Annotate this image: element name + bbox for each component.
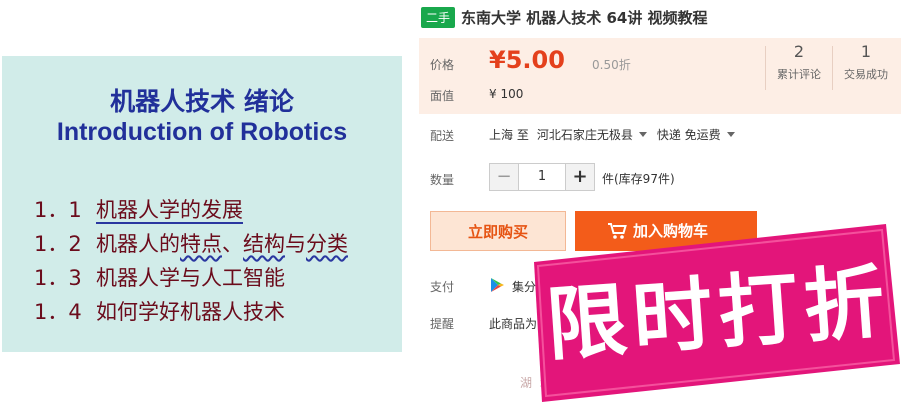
slide-item-text: 与: [285, 232, 306, 256]
ship-to-select[interactable]: 河北石家庄无极县: [537, 126, 633, 143]
ship-from: 上海 至: [489, 128, 529, 142]
price-box: 价格 ¥5.00 0.50折 面值 ¥ 100 2 累计评论 1 交易成功: [419, 38, 901, 114]
quantity-decrease-button[interactable]: −: [490, 164, 518, 190]
shipping-label: 配送: [430, 129, 455, 143]
reviews-stat[interactable]: 2 累计评论: [765, 42, 833, 82]
slide-item-number: 1．3: [34, 266, 82, 290]
reviews-label: 累计评论: [777, 68, 821, 81]
slide-item-text: 结构: [243, 232, 285, 256]
deals-count: 1: [860, 42, 872, 61]
product-title-row: 二手 东南大学 机器人技术 64讲 视频教程: [421, 6, 708, 28]
slide-title-zh: 机器人技术 绪论: [110, 87, 294, 116]
course-slide: 机器人技术 绪论 Introduction of Robotics 1．1 机器人…: [2, 56, 402, 352]
sale-badge-text: 限时打折: [543, 255, 894, 372]
reminder-label: 提醒: [430, 317, 455, 331]
discount-value: 0.50折: [592, 58, 631, 72]
reviews-count: 2: [793, 42, 805, 61]
slide-item-text: 如何学好机器人技术: [96, 300, 285, 324]
shipping-row: 上海 至 河北石家庄无极县 快递 免运费: [489, 126, 745, 143]
slide-item-text: 机器人的: [96, 232, 180, 256]
slide-item-text: 分类: [306, 232, 348, 256]
ship-method-select[interactable]: 快递 免运费: [657, 126, 721, 143]
slide-item-number: 1．1: [34, 198, 82, 222]
face-value-label: 面值: [430, 89, 455, 103]
price-label: 价格: [430, 58, 455, 72]
reminder-text: 此商品为: [489, 317, 538, 331]
face-value: ¥ 100: [489, 87, 524, 101]
slide-item-2: 1．2 机器人的特点、结构与分类: [34, 228, 348, 258]
slide-item-number: 1．2: [34, 232, 82, 256]
deals-stat: 1 交易成功: [832, 42, 900, 82]
quantity-increase-button[interactable]: +: [566, 164, 594, 190]
slide-item-text: 机器人学的发展: [96, 198, 243, 224]
slide-item-number: 1．4: [34, 300, 82, 324]
slide-title-en: Introduction of Robotics: [56, 118, 348, 146]
chevron-down-icon[interactable]: [638, 132, 647, 137]
product-title[interactable]: 东南大学 机器人技术 64讲 视频教程: [461, 7, 708, 28]
stock-info: 件(库存97件): [602, 172, 675, 186]
secondhand-tag: 二手: [421, 6, 456, 28]
play-store-icon: [491, 278, 504, 292]
slide-item-text: 特点: [180, 232, 222, 256]
quantity-stepper: − 1 +: [489, 163, 595, 191]
slide-item-1: 1．1 机器人学的发展: [34, 194, 243, 224]
slide-item-text: 机器人学与人工智能: [96, 266, 285, 290]
deals-label: 交易成功: [844, 68, 888, 81]
payment-label: 支付: [430, 280, 455, 294]
slide-item-3: 1．3 机器人学与人工智能: [34, 262, 285, 292]
slide-item-text: 、: [222, 232, 243, 256]
slide-item-4: 1．4 如何学好机器人技术: [34, 296, 285, 326]
quantity-input[interactable]: 1: [518, 164, 566, 190]
quantity-label: 数量: [430, 173, 455, 187]
price-value: ¥5.00: [489, 46, 565, 74]
chevron-down-icon[interactable]: [726, 132, 735, 137]
